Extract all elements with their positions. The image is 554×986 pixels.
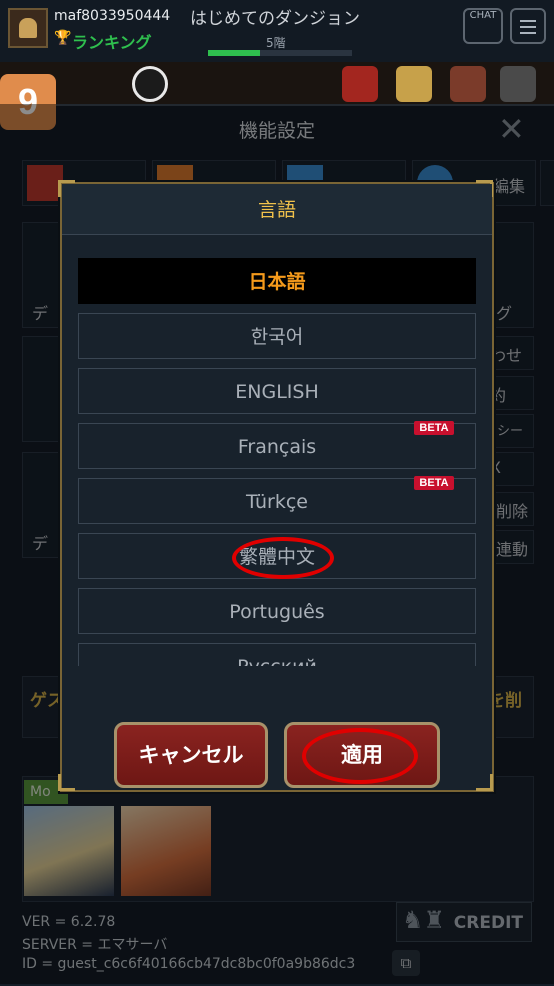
menu-icon — [520, 20, 536, 22]
ranking-link[interactable]: ランキング — [72, 29, 152, 53]
language-option-japanese[interactable]: 日本語 — [78, 258, 476, 304]
monster-sprite — [500, 66, 536, 102]
dialog-title: 言語 — [257, 199, 296, 221]
dungeon-title: はじめてのダンジョン — [190, 9, 360, 29]
monster-sprite — [396, 66, 432, 102]
monster-sprite — [342, 66, 378, 102]
menu-button[interactable] — [510, 8, 546, 44]
list-fade — [62, 666, 492, 706]
floor-progress-fill — [208, 50, 260, 56]
highlight-ring — [302, 728, 418, 784]
trophy-icon: 🏆 — [54, 30, 72, 46]
floor-label: 5階 — [266, 36, 286, 50]
chat-button[interactable]: CHAT — [463, 8, 503, 44]
language-option-portuguese[interactable]: Português — [78, 588, 476, 634]
frame-corner — [476, 774, 493, 791]
chat-label: CHAT — [469, 10, 497, 21]
player-avatar[interactable] — [8, 8, 48, 48]
language-option-korean[interactable]: 한국어 — [78, 313, 476, 359]
crosshair-icon[interactable] — [132, 66, 168, 102]
language-option-english[interactable]: ENGLISH — [78, 368, 476, 414]
frame-corner — [58, 774, 75, 791]
highlight-ring — [232, 537, 334, 579]
cancel-button[interactable]: キャンセル — [114, 722, 268, 788]
beta-badge: BETA — [414, 476, 454, 490]
player-username: maf8033950444 — [54, 8, 171, 24]
beta-badge: BETA — [414, 421, 454, 435]
monster-sprite — [450, 66, 486, 102]
